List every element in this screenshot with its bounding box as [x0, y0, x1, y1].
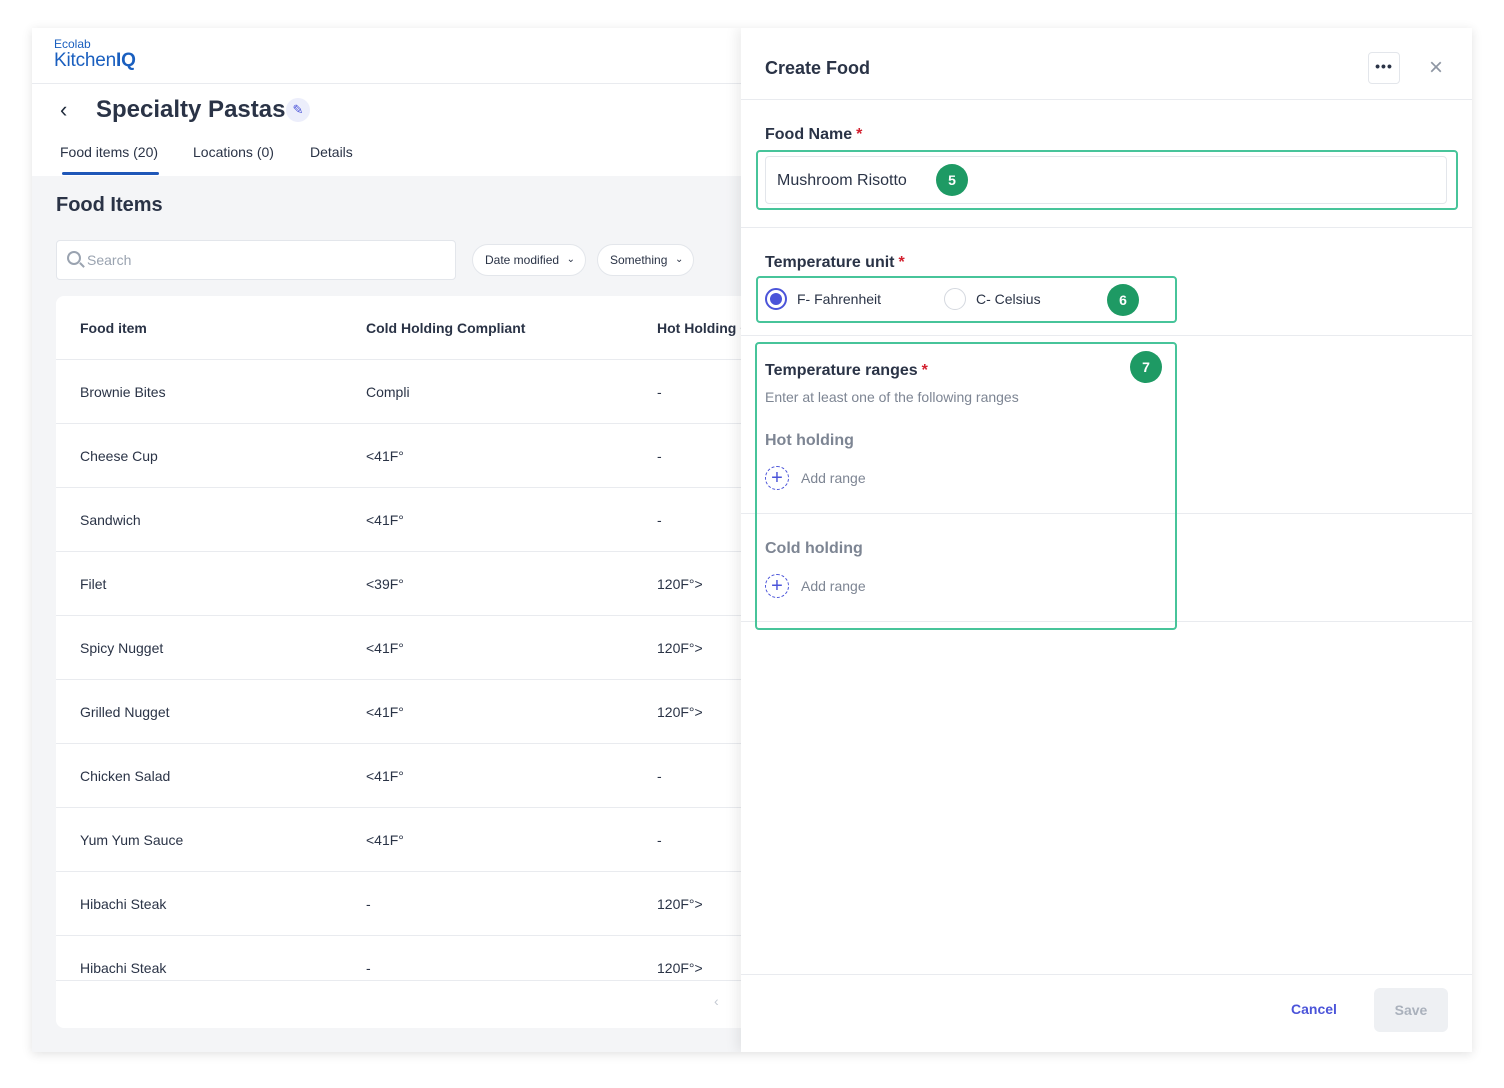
cell-cold-holding: <39F°	[366, 576, 404, 592]
cell-food-item: Sandwich	[80, 512, 141, 528]
table-row[interactable]: Hibachi Steak - 120F°>	[56, 872, 756, 936]
cell-food-item: Yum Yum Sauce	[80, 832, 184, 848]
kitcheniq-logo[interactable]: Ecolab KitchenIQ	[54, 38, 136, 71]
tab-locations[interactable]: Locations (0)	[193, 144, 274, 160]
cell-cold-holding: <41F°	[366, 448, 404, 464]
logo-product: KitchenIQ	[54, 50, 136, 71]
temperature-unit-label: Temperature unit *	[765, 254, 905, 271]
something-dropdown[interactable]: Something ⌄	[597, 244, 695, 276]
annotation-badge-6: 6	[1107, 284, 1139, 316]
table-row[interactable]: Yum Yum Sauce <41F° -	[56, 808, 756, 872]
section-title: Food Items	[56, 194, 163, 216]
chevron-down-icon: ⌄	[566, 254, 576, 265]
cell-cold-holding: <41F°	[366, 704, 404, 720]
table-row[interactable]: Cheese Cup <41F° -	[56, 424, 756, 488]
chevron-left-icon[interactable]: ‹	[714, 993, 719, 1009]
cell-cold-holding: -	[366, 960, 371, 976]
cell-food-item: Grilled Nugget	[80, 704, 170, 720]
cell-cold-holding: <41F°	[366, 640, 404, 656]
drawer-header: Create Food ••• ×	[741, 28, 1472, 100]
cell-hot-holding: 120F°>	[657, 704, 703, 720]
cell-food-item: Chicken Salad	[80, 768, 171, 784]
cell-food-item: Brownie Bites	[80, 384, 166, 400]
search-input[interactable]	[87, 249, 437, 271]
close-icon[interactable]: ×	[1425, 54, 1447, 82]
cell-food-item: Hibachi Steak	[80, 896, 167, 912]
table-row[interactable]: Brownie Bites Compli -	[56, 360, 756, 424]
cell-hot-holding: -	[657, 384, 662, 400]
chevron-down-icon: ⌄	[674, 254, 684, 265]
save-button[interactable]: Save	[1374, 988, 1448, 1032]
cell-hot-holding: -	[657, 768, 662, 784]
more-options-icon[interactable]: •••	[1368, 52, 1400, 84]
drawer-footer: Cancel Save	[741, 974, 1472, 1052]
dropdown-label: Date modified	[485, 253, 560, 267]
cell-hot-holding: 120F°>	[657, 640, 703, 656]
pencil-icon[interactable]: ✎	[286, 98, 310, 122]
cell-cold-holding: <41F°	[366, 768, 404, 784]
annotation-highlight-5	[756, 150, 1458, 210]
pagination: ‹	[56, 980, 756, 1028]
drawer-title: Create Food	[765, 58, 871, 78]
dropdown-label: Something	[610, 253, 668, 267]
table-row[interactable]: Sandwich <41F° -	[56, 488, 756, 552]
tab-details[interactable]: Details	[310, 144, 353, 160]
cell-cold-holding: <41F°	[366, 832, 404, 848]
search-icon	[67, 251, 81, 265]
tab-food-items[interactable]: Food items (20)	[60, 144, 158, 160]
cell-hot-holding: -	[657, 448, 662, 464]
cell-food-item: Hibachi Steak	[80, 960, 167, 976]
create-food-drawer: Create Food ••• × Food Name* Temperature…	[741, 28, 1472, 1052]
table-row[interactable]: Spicy Nugget <41F° 120F°>	[56, 616, 756, 680]
app-window: Ecolab KitchenIQ ‹ Specialty Pastas ✎ Fo…	[32, 28, 1472, 1052]
cell-hot-holding: 120F°>	[657, 960, 703, 976]
table-row[interactable]: Grilled Nugget <41F° 120F°>	[56, 680, 756, 744]
column-header-food-item[interactable]: Food item	[80, 320, 147, 336]
divider	[741, 335, 1472, 336]
annotation-highlight-7	[755, 342, 1177, 630]
table-row[interactable]: Filet <39F° 120F°>	[56, 552, 756, 616]
cell-hot-holding: 120F°>	[657, 576, 703, 592]
required-marker: *	[898, 254, 905, 271]
cell-hot-holding: -	[657, 512, 662, 528]
column-header-hot-holding[interactable]: Hot Holding C	[657, 320, 750, 336]
table-header: Food item Cold Holding Compliant Hot Hol…	[56, 296, 756, 360]
cell-cold-holding: -	[366, 896, 371, 912]
cell-food-item: Spicy Nugget	[80, 640, 164, 656]
chevron-left-icon[interactable]: ‹	[60, 98, 76, 122]
column-header-cold-holding[interactable]: Cold Holding Compliant	[366, 320, 525, 336]
table-row[interactable]: Chicken Salad <41F° -	[56, 744, 756, 808]
cell-food-item: Filet	[80, 576, 107, 592]
cell-cold-holding: <41F°	[366, 512, 404, 528]
annotation-badge-5: 5	[936, 164, 968, 196]
cancel-button[interactable]: Cancel	[1291, 1001, 1337, 1017]
search-box	[56, 240, 456, 280]
required-marker: *	[856, 126, 863, 143]
food-name-label: Food Name *	[765, 126, 863, 143]
date-modified-dropdown[interactable]: Date modified ⌄	[472, 244, 587, 276]
annotation-badge-7: 7	[1130, 351, 1162, 383]
cell-food-item: Cheese Cup	[80, 448, 158, 464]
divider	[741, 227, 1472, 228]
food-items-table: Food item Cold Holding Compliant Hot Hol…	[56, 296, 756, 1028]
page-title: Specialty Pastas	[96, 96, 286, 123]
cell-hot-holding: -	[657, 832, 662, 848]
cell-cold-holding: Compli	[366, 384, 410, 400]
active-tab-indicator	[62, 172, 159, 175]
cell-hot-holding: 120F°>	[657, 896, 703, 912]
